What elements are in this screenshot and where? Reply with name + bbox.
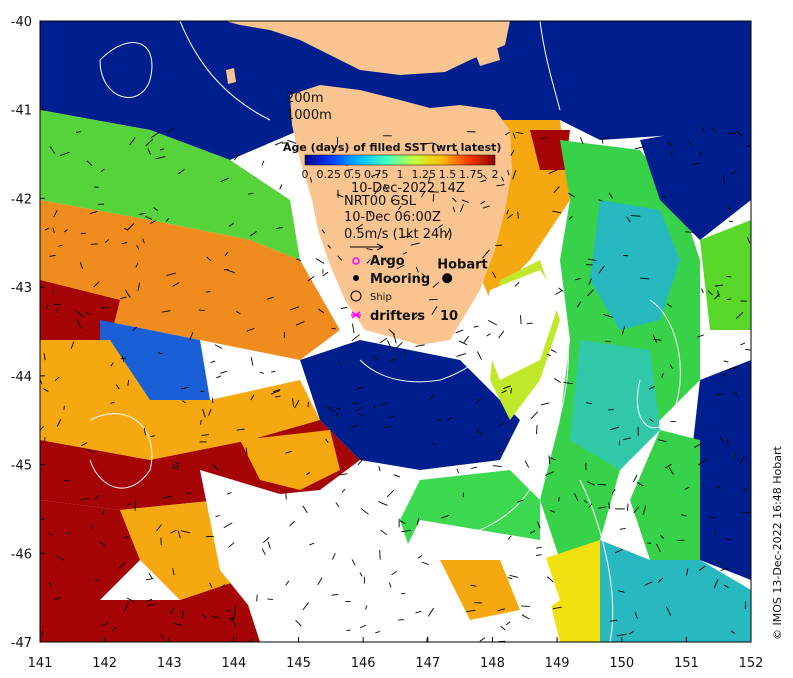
current-vector: [517, 211, 519, 219]
colorbar-ticks: 0 0.25 0.5 0.75 1 1.25 1.5 1.75 2: [302, 168, 499, 181]
current-vector: [206, 291, 211, 293]
current-vector: [601, 137, 604, 144]
product-name: NRT00 GSL: [344, 194, 417, 209]
x-tick-label: 141: [28, 656, 53, 671]
y-tick-label: -46: [11, 547, 32, 562]
current-vector: [521, 605, 530, 607]
legend-argo: Argo: [370, 254, 405, 269]
current-vector: [53, 303, 62, 306]
current-vector: [267, 598, 274, 601]
x-tick-label: 142: [92, 656, 117, 671]
current-vector: [726, 298, 732, 301]
x-tick-label: 147: [415, 656, 440, 671]
x-tick-label: 151: [674, 656, 699, 671]
current-vector: [685, 231, 695, 233]
y-tick-label: -44: [11, 370, 32, 385]
colorbar-tick-label: 0.5: [344, 168, 362, 181]
current-vector: [520, 315, 522, 325]
y-tick-label: -45: [11, 459, 32, 474]
current-vector: [400, 592, 406, 595]
x-tick-label: 152: [739, 656, 764, 671]
current-vector: [728, 220, 734, 223]
x-tick-label: 149: [545, 656, 570, 671]
current-time: 10-Dec 06:00Z: [344, 210, 441, 225]
colorbar-gradient: [304, 154, 496, 166]
colorbar-tick-label: 0.75: [364, 168, 389, 181]
current-vector: [466, 131, 476, 133]
hobart-marker[interactable]: [442, 273, 453, 284]
current-vector: [558, 496, 560, 502]
colorbar-tick-label: 1.75: [459, 168, 484, 181]
current-vector: [52, 289, 55, 294]
current-vector: [346, 629, 351, 631]
legend-drifters: drifters: [370, 309, 425, 324]
hobart-label: Hobart: [437, 257, 488, 272]
current-vector: [48, 533, 53, 535]
current-vector: [723, 175, 725, 185]
y-tick-label: -41: [11, 104, 32, 119]
isobath-label-1000: 1000m: [286, 108, 332, 123]
mooring-symbol: [353, 275, 359, 281]
vector-scale-label: 0.5m/s (1kt 24h): [344, 227, 453, 242]
x-tick-label: 144: [221, 656, 246, 671]
y-tick-label: -42: [11, 192, 32, 207]
current-vector: [608, 408, 614, 411]
current-vector: [727, 438, 729, 447]
x-tick-label: 150: [609, 656, 634, 671]
y-tick-label: -47: [11, 636, 32, 651]
current-vector: [661, 196, 667, 198]
colorbar-tick-label: 1: [397, 168, 404, 181]
colorbar-tick-label: 1.25: [412, 168, 437, 181]
isobath-label-200: 200m: [286, 91, 323, 106]
legend-ship: Ship: [370, 292, 392, 303]
colorbar-tick-label: 0: [302, 168, 309, 181]
credit-text: © IMOS 13-Dec-2022 16:48 Hobart: [771, 445, 784, 640]
x-tick-label: 148: [480, 656, 505, 671]
drifters-value: 10: [440, 309, 458, 324]
colorbar-tick-label: 1.5: [439, 168, 457, 181]
colorbar-title: Age (days) of filled SST (wrt latest): [283, 141, 501, 154]
map-plot-area[interactable]: Hobart: [38, 21, 754, 646]
current-vector: [271, 370, 276, 373]
y-tick-label: -40: [11, 15, 32, 30]
colorbar-tick-label: 2: [492, 168, 499, 181]
legend-mooring: Mooring: [370, 272, 430, 287]
colorbar-tick-label: 0.25: [317, 168, 342, 181]
y-tick-label: -43: [11, 281, 32, 296]
sst-age-map: Hobart 141 142 143 144 145 146 147 148 149 150 151…: [11, 15, 784, 671]
x-tick-label: 146: [351, 656, 376, 671]
x-tick-label: 145: [286, 656, 311, 671]
x-tick-label: 143: [157, 656, 182, 671]
